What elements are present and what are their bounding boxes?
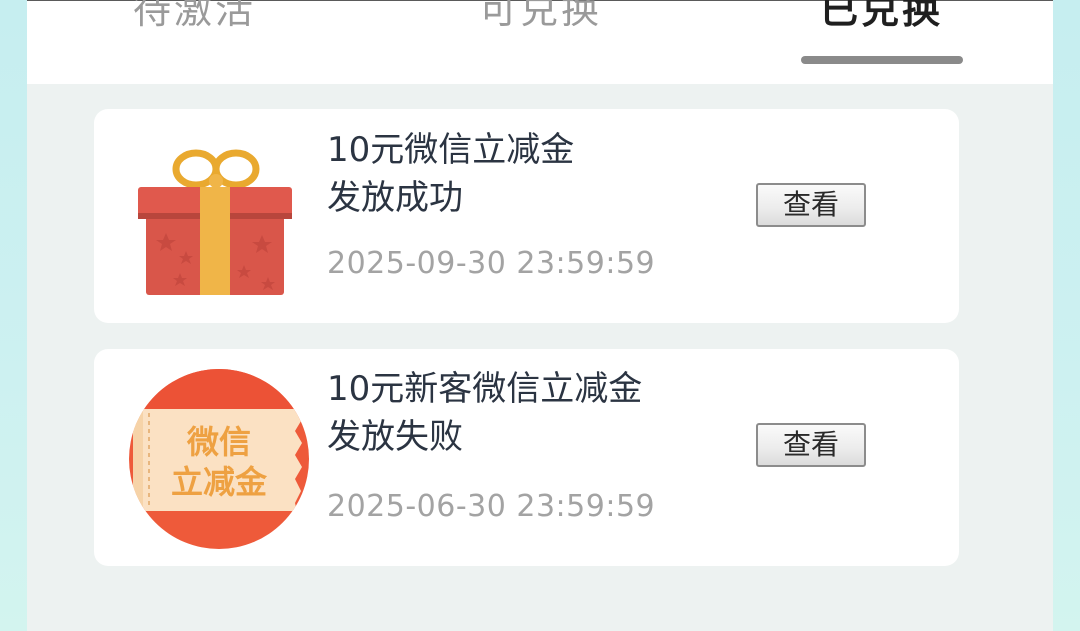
view-button[interactable]: 查看 xyxy=(756,423,866,467)
tab-redeemed[interactable]: 已兑换 xyxy=(820,0,943,34)
active-tab-indicator xyxy=(801,56,963,64)
view-button[interactable]: 查看 xyxy=(756,183,866,227)
list-item: 微信 立减金 10元新客微信立减金 发放失败 2025-06-30 23:59:… xyxy=(94,349,959,566)
coupon-label-line1: 微信 xyxy=(186,423,251,461)
item-date: 2025-06-30 23:59:59 xyxy=(327,489,656,524)
tab-bar: 待激活 可兑换 已兑换 xyxy=(27,0,1053,84)
list-item: 10元微信立减金 发放成功 2025-09-30 23:59:59 查看 xyxy=(94,109,959,323)
tab-pending-activation[interactable]: 待激活 xyxy=(133,0,256,34)
gift-box-icon xyxy=(138,149,292,295)
item-title: 10元微信立减金 xyxy=(327,130,575,170)
wechat-coupon-icon: 微信 立减金 xyxy=(129,369,309,549)
tab-redeemable[interactable]: 可兑换 xyxy=(479,0,602,34)
item-date: 2025-09-30 23:59:59 xyxy=(327,246,656,281)
main-panel: 待激活 可兑换 已兑换 10元微信立减金 发放成功 2025-09-30 23:… xyxy=(27,0,1053,631)
coupon-label-line2: 立减金 xyxy=(171,463,268,501)
item-status: 发放失败 xyxy=(327,417,463,457)
item-status: 发放成功 xyxy=(327,178,463,218)
item-title: 10元新客微信立减金 xyxy=(327,369,643,409)
